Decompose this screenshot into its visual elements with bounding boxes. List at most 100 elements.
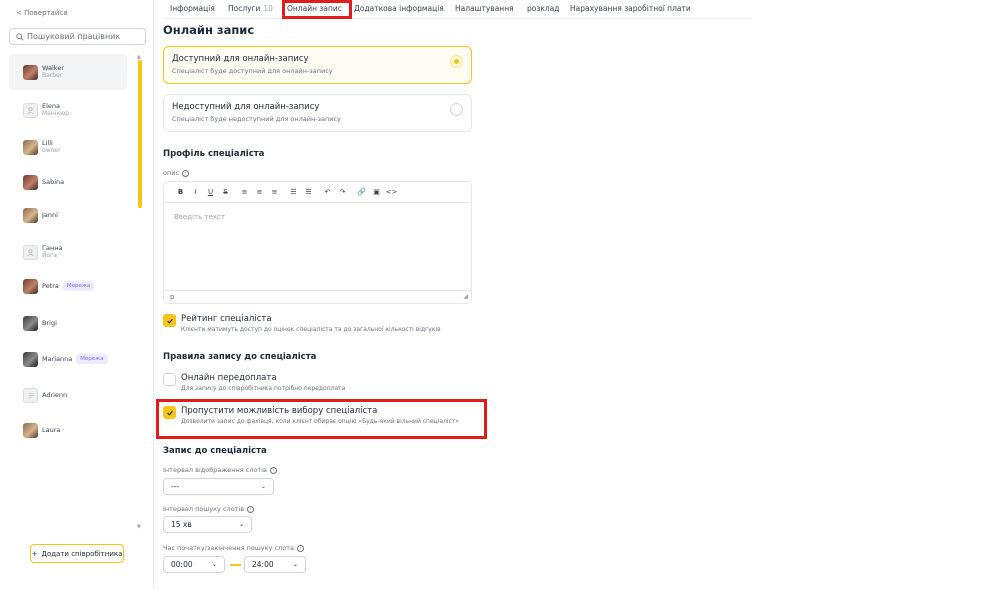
employee-name: Sabina [42,178,65,186]
prepayment-checkbox[interactable] [163,373,176,386]
skip-specialist-choice-option[interactable]: Пропустити можливість вибору спеціаліста… [163,406,459,425]
tab-bar: Інформація Послуги 10 Онлайн запис Додатк… [163,0,752,19]
skip-choice-checkbox[interactable] [163,406,176,419]
employee-item-petra[interactable]: Petra Мережа [9,268,127,304]
numbered-list-icon[interactable]: ☰ [301,188,316,196]
tab-settings[interactable]: Налаштування [455,4,514,13]
chevron-down-icon: ⌄ [260,483,266,490]
prepayment-subtitle: Для запису до співробітника потрібно пер… [181,385,346,392]
avatar [23,278,38,294]
align-left-icon[interactable]: ≡ [237,188,252,196]
search-icon [16,32,24,41]
unavailable-online-option[interactable]: Недоступний для онлайн-запису Спеціаліст… [163,94,472,132]
search-interval-label-text: Інтервал пошуку слотів [163,505,245,513]
select-value: 15 хв [171,520,192,529]
time-range-dash [230,564,241,566]
chevron-down-icon: ⌄ [211,561,217,568]
employee-item-laura[interactable]: Laura [9,412,127,448]
redo-icon[interactable]: ↷ [335,188,350,196]
employee-search[interactable] [9,28,146,45]
employee-item-hanna[interactable]: Ганна Йога [9,234,127,270]
available-radio[interactable] [450,55,463,68]
info-icon[interactable]: i [247,505,255,513]
profile-section-title: Профіль спеціаліста [163,149,265,159]
underline-icon[interactable]: U [203,188,218,196]
tab-services[interactable]: Послуги 10 [228,4,273,13]
employee-role: Barber [42,72,63,79]
strikethrough-icon[interactable]: S [218,188,233,196]
employee-item-janni[interactable]: Janni [9,197,127,233]
editor-text-area[interactable]: Введіть текст [164,203,471,290]
display-interval-select[interactable]: --- ⌄ [163,478,274,495]
prepayment-option[interactable]: Онлайн передоплата Для запису до співроб… [163,373,345,392]
rating-option[interactable]: Рейтинг спеціаліста Клієнти матимуть дос… [163,314,441,333]
info-icon[interactable]: i [182,169,190,177]
tab-payroll[interactable]: Нарахування заробітної плати [570,4,691,13]
plus-icon: + [31,549,38,558]
employee-name: Walker [42,64,65,72]
search-time-label: Час початку/закінчення пошуку слота i [163,544,304,552]
avatar-placeholder-icon [23,102,38,118]
employee-item-lilli[interactable]: Lilli owner [9,129,127,165]
avatar-document-icon [23,387,38,403]
employee-item-marianna[interactable]: Marianna Мережа [9,341,127,377]
back-link[interactable]: < Повертайся [16,9,68,17]
search-interval-select[interactable]: 15 хв ⌄ [163,516,252,533]
employee-name: Adrienn [42,391,68,399]
rating-subtitle: Клієнти матимуть доступ до оцінок спеціа… [181,326,441,333]
bold-icon[interactable]: B [173,188,188,196]
description-editor: B I U S ≡ ≡ ≡ ☰ ☰ ↶ ↷ 🔗 ▣ <> Введіть тек… [163,181,472,304]
italic-icon[interactable]: I [188,188,203,196]
align-center-icon[interactable]: ≡ [252,188,267,196]
align-right-icon[interactable]: ≡ [267,188,282,196]
skip-choice-title: Пропустити можливість вибору спеціаліста [181,406,378,416]
info-icon[interactable]: i [296,544,304,552]
option-subtitle: Спеціаліст буде недоступний для онлайн-з… [172,115,341,123]
display-interval-label: Інтервал відображення слотів i [163,466,277,474]
info-icon[interactable]: i [269,466,277,474]
editor-status-bar: p ◢ [164,290,471,304]
employee-item-adrienn[interactable]: Adrienn [9,377,127,413]
tab-label: Інформація [170,4,215,13]
tab-info[interactable]: Інформація [170,4,215,13]
sidebar-scrollbar[interactable]: ▲ ▼ [137,54,142,530]
employee-role: Манікюр [42,110,69,117]
employee-item-brigi[interactable]: Brigi [9,305,127,341]
employee-item-elena[interactable]: Elena Манікюр [9,92,127,128]
add-employee-button[interactable]: + Додати співробітника [30,544,124,563]
tab-additional-info[interactable]: Додаткова інформація [354,4,444,13]
tab-label: Онлайн запис [287,4,342,13]
search-interval-label: Інтервал пошуку слотів i [163,505,255,513]
select-value: 24:00 [252,560,274,569]
select-value: --- [171,482,180,491]
end-time-select[interactable]: 24:00 ⌄ [244,556,306,573]
employee-item-sabina[interactable]: Sabina [9,164,127,200]
employee-name: Brigi [42,319,57,327]
bullet-list-icon[interactable]: ☰ [286,188,301,196]
option-subtitle: Спеціаліст буде доступний для онлайн-зап… [172,67,333,75]
employee-item-walker[interactable]: Walker Barber [9,54,127,90]
scroll-down-icon[interactable]: ▼ [137,524,141,530]
scrollbar-thumb[interactable] [138,60,142,208]
option-title: Недоступний для онлайн-запису [172,102,320,112]
employee-role: owner [42,147,61,154]
unavailable-radio[interactable] [450,103,463,116]
link-icon[interactable]: 🔗 [354,188,369,196]
avatar [23,139,38,155]
resize-handle-icon[interactable]: ◢ [463,290,468,303]
back-label: < Повертайся [16,9,68,17]
avatar-placeholder-icon [23,244,38,260]
start-time-select[interactable]: 00:00 ⌄ [163,556,225,573]
tab-schedule[interactable]: розклад [527,4,559,13]
option-title: Доступний для онлайн-запису [172,54,309,64]
employee-search-input[interactable] [27,32,142,41]
avatar [23,207,38,223]
undo-icon[interactable]: ↶ [320,188,335,196]
rating-checkbox[interactable] [163,314,176,327]
tab-count: 10 [263,4,273,13]
available-online-option[interactable]: Доступний для онлайн-запису Спеціаліст б… [163,46,472,84]
description-label: опис i [163,169,190,177]
image-icon[interactable]: ▣ [369,188,384,196]
tab-online-booking[interactable]: Онлайн запис [287,4,342,18]
code-icon[interactable]: <> [384,188,399,196]
